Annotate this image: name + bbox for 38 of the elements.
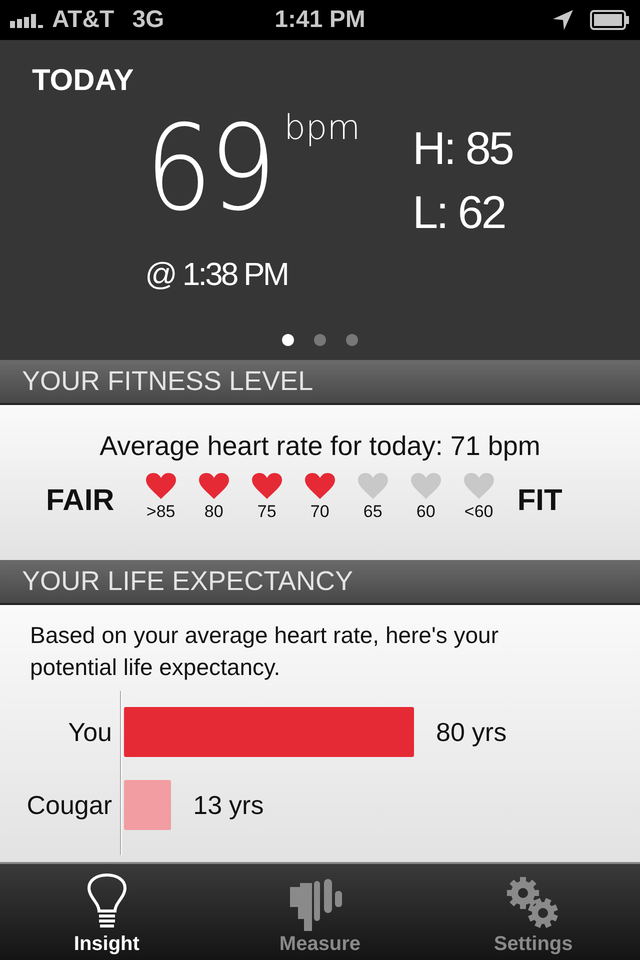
battery-icon: [590, 10, 630, 30]
value-label: 80: [436, 716, 465, 748]
average-heart-rate: Average heart rate for today: 71 bpm: [98, 431, 542, 462]
page-dot[interactable]: [282, 334, 294, 346]
unit-label: yrs: [229, 790, 264, 820]
heart-rate-label: 60: [416, 502, 436, 522]
clock: 1:41 PM: [274, 6, 366, 34]
location-arrow-icon: [552, 9, 574, 31]
page-dot[interactable]: [314, 334, 326, 346]
section-header: YOUR FITNESS LEVEL: [0, 360, 640, 405]
tab[interactable]: Measure: [213, 864, 427, 960]
high-rate: H: 85: [412, 123, 512, 173]
heart-rate-label: 75: [257, 502, 276, 522]
heart-rate-label: 70: [310, 502, 330, 522]
carrier-name: AT&T: [52, 6, 114, 34]
series-label: You: [67, 716, 112, 748]
heart-rate-label: 80: [204, 502, 224, 522]
tab[interactable]: Settings: [426, 864, 640, 960]
bpm-unit: bpm: [284, 108, 360, 148]
page-dot[interactable]: [346, 334, 358, 346]
heart-rate-label: <60: [464, 502, 494, 522]
series-label: Cougar: [26, 790, 112, 820]
value-label: 13: [193, 790, 222, 820]
reading-time: @ 1:38 PM: [145, 256, 288, 293]
fit-label: FIT: [517, 484, 562, 518]
tab[interactable]: Insight: [0, 864, 214, 960]
network-type: 3G: [132, 6, 164, 34]
life-expectancy-bar: [124, 780, 172, 830]
heart-rate-label: >85: [146, 502, 176, 522]
heart-rate-label: 65: [363, 502, 382, 522]
signal-icon: [10, 12, 44, 28]
life-expectancy-text: Based on your average heart rate, here's your potential life expectancy.: [30, 621, 500, 682]
today-title: TODAY: [32, 64, 134, 98]
section-header: YOUR LIFE EXPECTANCY: [0, 560, 640, 605]
heart-rate-value: 69: [145, 118, 274, 218]
unit-label: yrs: [472, 716, 507, 748]
low-rate: L: 62: [412, 187, 506, 237]
fair-label: FAIR: [46, 484, 114, 518]
